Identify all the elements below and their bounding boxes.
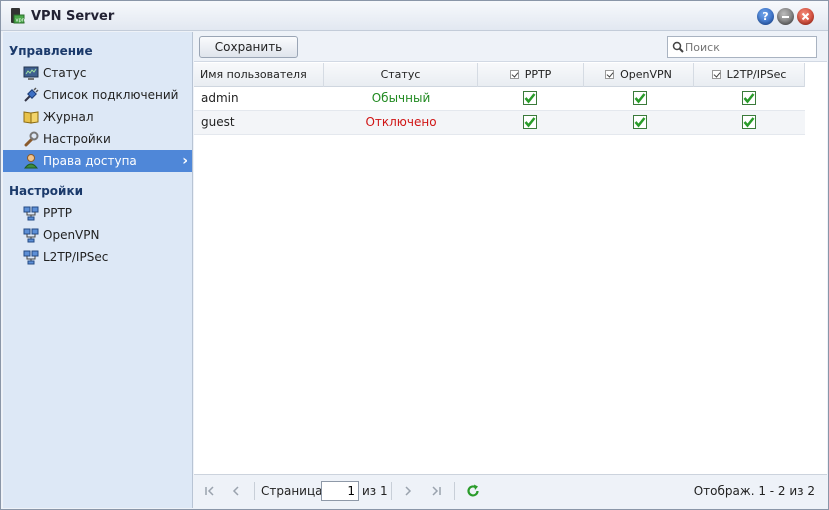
username-cell: guest [201,115,235,129]
display-info: Отображ. 1 - 2 из 2 [693,484,815,498]
pager-separator [254,482,255,500]
title-bar[interactable]: vpn VPN Server ? [1,1,828,31]
l2tp-checkbox[interactable] [742,115,756,129]
status-cell: Отключено [365,115,437,129]
openvpn-checkbox[interactable] [633,115,647,129]
username-cell: admin [201,91,239,105]
column-header-username[interactable]: Имя пользователя [194,63,324,87]
vpn-app-icon: vpn [11,8,25,24]
sidebar-item-connections[interactable]: Список подключений [3,84,192,106]
save-button[interactable]: Сохранить [199,36,298,58]
sidebar-item-access-rights[interactable]: Права доступа › [3,150,192,172]
search-box[interactable] [667,36,817,58]
pagination-bar: Страница из 1 Отображ. 1 - 2 из 2 [194,474,827,508]
sidebar-item-openvpn[interactable]: OpenVPN [3,224,192,246]
next-page-button[interactable] [400,483,416,499]
management-section-title: Управление [9,44,93,58]
sidebar-item-label: OpenVPN [43,228,100,242]
table-header: Имя пользователя Статус PPTP OpenVPN L2T… [194,63,805,87]
search-icon [672,41,684,53]
sidebar-item-label: Список подключений [43,88,179,102]
column-header-pptp[interactable]: PPTP [478,63,584,87]
book-icon [23,111,39,124]
wrench-icon [24,131,39,147]
vpn-server-window: vpn VPN Server ? Управление Статус Списо… [0,0,829,510]
sidebar-item-log[interactable]: Журнал [3,106,192,128]
pptp-checkbox[interactable] [523,115,537,129]
column-header-openvpn[interactable]: OpenVPN [584,63,694,87]
user-icon [23,154,39,169]
sidebar-item-label: Настройки [43,132,111,146]
chevron-left-icon [232,486,239,496]
openvpn-checkbox[interactable] [633,91,647,105]
minimize-icon [782,16,789,18]
monitor-icon [23,66,39,80]
sidebar-item-label: L2TP/IPSec [43,250,109,264]
chevron-right-icon [405,486,412,496]
sidebar-item-label: Журнал [43,110,94,124]
status-cell: Обычный [371,91,431,105]
minimize-button[interactable] [777,8,794,25]
previous-page-button[interactable] [228,483,244,499]
first-page-button[interactable] [202,483,218,499]
network-icon [23,250,39,265]
page-label: Страница [261,484,323,498]
svg-text:vpn: vpn [16,18,25,24]
l2tp-checkbox[interactable] [742,91,756,105]
toolbar: Сохранить [194,32,827,62]
close-icon [801,12,810,21]
plug-icon [24,87,39,102]
sidebar-item-settings[interactable]: Настройки [3,128,192,150]
column-header-status[interactable]: Статус [324,63,478,87]
pager-separator [391,482,392,500]
last-page-button[interactable] [428,483,444,499]
refresh-icon[interactable] [465,483,481,499]
settings-section-title: Настройки [9,184,84,198]
close-button[interactable] [797,8,814,25]
last-page-icon [432,486,441,496]
table-row[interactable]: admin Обычный [194,87,805,111]
select-all-pptp-checkbox[interactable] [509,69,519,79]
sidebar-item-label: Статус [43,66,87,80]
select-all-openvpn-checkbox[interactable] [605,69,615,79]
network-icon [23,206,39,221]
page-number-input[interactable] [321,481,359,501]
sidebar-item-label: PPTP [43,206,73,220]
pptp-checkbox[interactable] [523,91,537,105]
main-panel: Сохранить Имя пользователя Статус PPTP [194,32,827,508]
pager-separator [454,482,455,500]
page-count-label: из 1 [362,484,388,498]
search-input[interactable] [685,39,813,55]
window-title: VPN Server [31,9,115,24]
column-header-l2tp[interactable]: L2TP/IPSec [694,63,805,87]
sidebar-item-pptp[interactable]: PPTP [3,202,192,224]
chevron-right-icon: › [182,153,188,169]
sidebar-item-status[interactable]: Статус [3,62,192,84]
sidebar-item-label: Права доступа [43,154,137,168]
sidebar: Управление Статус Список подключений Жур… [3,32,193,508]
sidebar-item-l2tp[interactable]: L2TP/IPSec [3,246,192,268]
help-button[interactable]: ? [757,8,774,25]
first-page-icon [205,486,214,496]
network-icon [23,228,39,243]
select-all-l2tp-checkbox[interactable] [711,69,721,79]
table-row[interactable]: guest Отключено [194,111,805,135]
